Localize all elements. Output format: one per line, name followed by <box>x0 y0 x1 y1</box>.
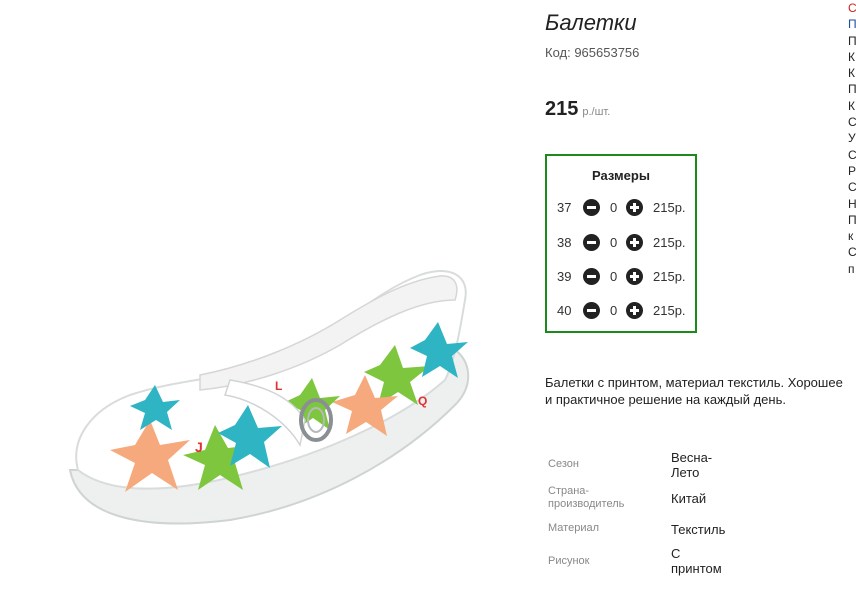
decrease-quantity-button[interactable] <box>583 302 600 319</box>
increase-quantity-button[interactable] <box>626 268 643 285</box>
decrease-quantity-button[interactable] <box>583 268 600 285</box>
size-row: 37 0 215р. <box>547 198 695 218</box>
sidebar-link[interactable]: С <box>848 147 856 163</box>
product-title: Балетки <box>545 10 637 35</box>
sidebar-link[interactable]: п <box>848 261 856 277</box>
property-label: Рисунок <box>548 555 590 567</box>
property-value: Текстиль <box>671 522 726 537</box>
sidebar-link[interactable]: С <box>848 179 856 195</box>
property-value: Весна-Лето <box>671 450 713 480</box>
sidebar-link[interactable]: К <box>848 65 856 81</box>
svg-text:J: J <box>195 439 203 455</box>
size-price: 215р. <box>653 303 686 318</box>
increase-quantity-button[interactable] <box>626 199 643 216</box>
sidebar-link[interactable]: П <box>848 16 856 32</box>
minus-icon <box>587 275 596 278</box>
sidebar-link[interactable]: П <box>848 33 856 49</box>
decrease-quantity-button[interactable] <box>583 234 600 251</box>
minus-icon <box>587 241 596 244</box>
shoe-illustration: J L Q <box>68 270 470 525</box>
sizes-header: Размеры <box>592 168 650 183</box>
size-label: 37 <box>557 200 572 215</box>
sidebar-link[interactable]: К <box>848 98 856 114</box>
svg-text:Q: Q <box>418 394 427 408</box>
quantity-value: 0 <box>610 303 618 318</box>
product-description: Балетки с принтом, материал текстиль. Хо… <box>545 375 843 407</box>
product-image: J L Q <box>0 0 530 601</box>
product-code: Код: 965653756 <box>545 45 640 60</box>
size-row: 38 0 215р. <box>547 233 695 253</box>
price-value: 215 <box>545 98 579 120</box>
sidebar-link[interactable]: П <box>848 81 856 97</box>
quantity-value: 0 <box>610 235 618 250</box>
sidebar-link[interactable]: Н <box>848 196 856 212</box>
size-price: 215р. <box>653 200 686 215</box>
sidebar-links: С П П К К П К С У С Р С Н П к С п <box>848 0 856 277</box>
sidebar-link[interactable]: Р <box>848 163 856 179</box>
sidebar-link[interactable]: К <box>848 49 856 65</box>
minus-icon <box>587 206 596 209</box>
size-label: 38 <box>557 235 572 250</box>
price-unit: р./шт. <box>582 106 611 118</box>
sidebar-link[interactable]: С <box>848 244 856 260</box>
sidebar-link[interactable]: С <box>848 0 856 16</box>
product-price: 215 р./шт. <box>545 98 610 121</box>
increase-quantity-button[interactable] <box>626 234 643 251</box>
sidebar-link[interactable]: С <box>848 114 856 130</box>
svg-text:L: L <box>275 379 282 393</box>
property-value: Китай <box>671 491 707 506</box>
sizes-panel: Размеры 37 0 215р. 38 0 215р. 39 0 215р.… <box>545 154 697 333</box>
property-label: Сезон <box>548 458 579 470</box>
size-label: 40 <box>557 303 572 318</box>
property-label: Материал <box>548 522 599 534</box>
property-label: Страна-производитель <box>548 485 625 510</box>
size-price: 215р. <box>653 269 686 284</box>
decrease-quantity-button[interactable] <box>583 199 600 216</box>
size-row: 39 0 215р. <box>547 267 695 287</box>
size-label: 39 <box>557 269 572 284</box>
quantity-value: 0 <box>610 200 618 215</box>
sidebar-link[interactable]: У <box>848 130 856 146</box>
minus-icon <box>587 309 596 312</box>
property-value: С принтом <box>671 546 722 576</box>
size-row: 40 0 215р. <box>547 301 695 321</box>
sidebar-link[interactable]: к <box>848 228 856 244</box>
size-price: 215р. <box>653 235 686 250</box>
quantity-value: 0 <box>610 269 618 284</box>
increase-quantity-button[interactable] <box>626 302 643 319</box>
sidebar-link[interactable]: П <box>848 212 856 228</box>
